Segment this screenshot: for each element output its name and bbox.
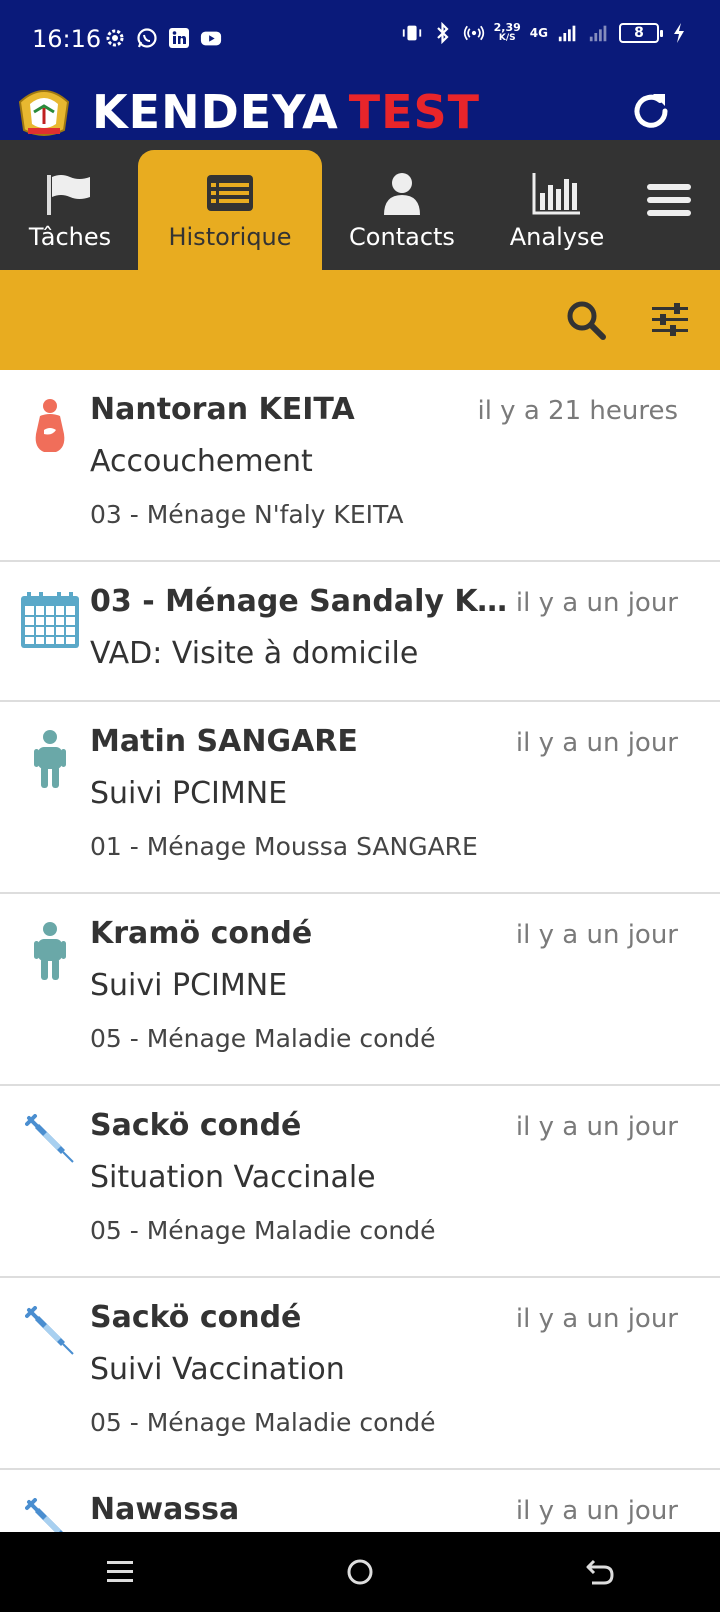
tab-label: Historique bbox=[168, 223, 292, 251]
app-title: KENDEYA TEST bbox=[92, 86, 480, 138]
item-time: il y a un jour bbox=[515, 588, 678, 618]
signal-icon bbox=[557, 22, 579, 44]
syringe-icon bbox=[18, 1114, 82, 1178]
app-header: KENDEYA TEST bbox=[0, 82, 720, 140]
bluetooth-icon bbox=[432, 22, 454, 44]
settings-icon bbox=[104, 27, 126, 49]
network-speed: 2,39 K/S bbox=[494, 22, 521, 44]
child-icon bbox=[18, 922, 82, 986]
item-title: Nawassa bbox=[90, 1492, 240, 1527]
flag-icon bbox=[45, 169, 95, 217]
tab-bar: Tâches Historique Contacts Analyse bbox=[0, 140, 720, 270]
item-subtitle: Accouchement bbox=[90, 444, 313, 479]
tab-analyse[interactable]: Analyse bbox=[482, 150, 632, 270]
item-subtitle: VAD: Visite à domicile bbox=[90, 636, 419, 671]
item-title: Sackö condé bbox=[90, 1300, 302, 1335]
item-title: Nantoran KEITA bbox=[90, 392, 355, 427]
item-subtitle: Suivi Vaccination bbox=[90, 1352, 345, 1387]
child-icon bbox=[18, 730, 82, 794]
list-icon bbox=[205, 169, 255, 217]
back-button[interactable] bbox=[570, 1547, 630, 1597]
list-item[interactable]: 03 - Ménage Sandaly Kou... il y a un jou… bbox=[0, 562, 720, 702]
item-subtitle: Suivi PCIMNE bbox=[90, 776, 288, 811]
battery-level: 8 bbox=[634, 25, 644, 41]
hamburger-icon bbox=[647, 184, 691, 216]
search-icon bbox=[567, 301, 606, 340]
recents-icon bbox=[107, 1561, 133, 1582]
tab-taches[interactable]: Tâches bbox=[0, 150, 140, 270]
item-title: 03 - Ménage Sandaly Kou... bbox=[90, 584, 510, 619]
system-indicators: 2,39 K/S 4G 8 bbox=[401, 22, 690, 44]
item-time: il y a un jour bbox=[515, 1112, 678, 1142]
search-button[interactable] bbox=[562, 296, 610, 344]
item-title: Sackö condé bbox=[90, 1108, 302, 1143]
youtube-icon bbox=[200, 27, 222, 49]
system-navigation-bar bbox=[0, 1532, 720, 1612]
item-title: Matin SANGARE bbox=[90, 724, 358, 759]
syringe-icon bbox=[18, 1498, 82, 1532]
list-item[interactable]: Matin SANGARE il y a un jour Suivi PCIMN… bbox=[0, 702, 720, 894]
pregnant-woman-icon bbox=[18, 398, 82, 462]
bar-chart-icon bbox=[532, 169, 582, 217]
list-item[interactable]: Nantoran KEITA il y a 21 heures Accouche… bbox=[0, 370, 720, 562]
history-list: Nantoran KEITA il y a 21 heures Accouche… bbox=[0, 370, 720, 1532]
item-time: il y a un jour bbox=[515, 1496, 678, 1526]
coat-of-arms-logo bbox=[10, 82, 78, 140]
network-speed-unit: K/S bbox=[498, 33, 516, 43]
refresh-icon bbox=[634, 94, 668, 128]
vibrate-icon bbox=[401, 22, 423, 44]
app-title-environment: TEST bbox=[348, 85, 480, 139]
home-icon bbox=[347, 1559, 373, 1585]
item-subtitle: Situation Vaccinale bbox=[90, 1160, 376, 1195]
person-icon bbox=[382, 169, 422, 217]
linkedin-icon bbox=[168, 27, 190, 49]
filter-bar bbox=[0, 270, 720, 370]
signal-weak-icon bbox=[588, 22, 610, 44]
status-time: 16:16 bbox=[32, 25, 102, 53]
item-description: 05 - Ménage Maladie condé bbox=[90, 1408, 436, 1437]
list-item[interactable]: Sackö condé il y a un jour Situation Vac… bbox=[0, 1086, 720, 1278]
app-title-main: KENDEYA bbox=[92, 85, 339, 139]
list-item[interactable]: Kramö condé il y a un jour Suivi PCIMNE … bbox=[0, 894, 720, 1086]
item-subtitle: Suivi PCIMNE bbox=[90, 968, 288, 1003]
item-description: 05 - Ménage Maladie condé bbox=[90, 1024, 436, 1053]
network-speed-value: 2,39 bbox=[493, 21, 521, 34]
item-description: 05 - Ménage Maladie condé bbox=[90, 1216, 436, 1245]
recents-button[interactable] bbox=[90, 1547, 150, 1597]
item-title: Kramö condé bbox=[90, 916, 313, 951]
tab-label: Contacts bbox=[349, 223, 455, 251]
item-time: il y a 21 heures bbox=[477, 396, 678, 426]
tab-historique[interactable]: Historique bbox=[138, 150, 322, 270]
charging-icon bbox=[668, 22, 690, 44]
tab-contacts[interactable]: Contacts bbox=[322, 150, 482, 270]
home-button[interactable] bbox=[330, 1547, 390, 1597]
battery-icon: 8 bbox=[619, 23, 663, 43]
tab-label: Tâches bbox=[28, 223, 112, 251]
item-description: 01 - Ménage Moussa SANGARE bbox=[90, 832, 478, 861]
hotspot-icon bbox=[463, 22, 485, 44]
filter-button[interactable] bbox=[646, 296, 694, 344]
tab-label: Analyse bbox=[509, 223, 605, 251]
syringe-icon bbox=[18, 1306, 82, 1370]
calendar-icon bbox=[18, 590, 82, 654]
item-time: il y a un jour bbox=[515, 728, 678, 758]
list-item[interactable]: Sackö condé il y a un jour Suivi Vaccina… bbox=[0, 1278, 720, 1470]
whatsapp-icon bbox=[136, 27, 158, 49]
network-type: 4G bbox=[529, 26, 548, 40]
status-bar: 16:16 2,39 K/S 4G 8 bbox=[0, 0, 720, 82]
item-description: 03 - Ménage N'faly KEITA bbox=[90, 500, 404, 529]
menu-button[interactable] bbox=[644, 170, 694, 230]
back-icon bbox=[586, 1559, 614, 1585]
notification-icons bbox=[104, 27, 222, 49]
sliders-icon bbox=[652, 303, 688, 336]
item-time: il y a un jour bbox=[515, 920, 678, 950]
item-time: il y a un jour bbox=[515, 1304, 678, 1334]
list-item[interactable]: Nawassa il y a un jour bbox=[0, 1470, 720, 1532]
refresh-button[interactable] bbox=[626, 86, 676, 136]
